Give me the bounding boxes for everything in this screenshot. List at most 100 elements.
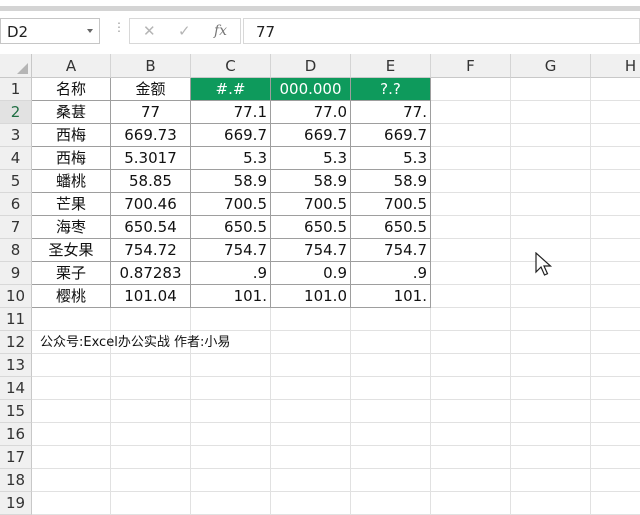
empty-cell[interactable] [351, 377, 431, 400]
cell-amount[interactable]: 77 [111, 101, 191, 124]
empty-cell[interactable] [431, 469, 511, 492]
row-header[interactable]: 15 [0, 400, 32, 423]
column-header-a[interactable]: A [32, 54, 111, 78]
empty-cell[interactable] [431, 285, 511, 308]
empty-cell[interactable] [271, 354, 351, 377]
cell-format-c[interactable]: 700.5 [191, 193, 271, 216]
empty-cell[interactable] [271, 400, 351, 423]
select-all-corner[interactable] [0, 54, 32, 78]
row-header[interactable]: 16 [0, 423, 32, 446]
empty-cell[interactable] [111, 492, 191, 515]
empty-cell[interactable] [32, 354, 111, 377]
cell-name[interactable]: 樱桃 [32, 285, 111, 308]
row-header[interactable]: 14 [0, 377, 32, 400]
cell-b1[interactable]: 金额 [111, 78, 191, 101]
empty-cell[interactable] [591, 331, 640, 354]
empty-cell[interactable] [431, 446, 511, 469]
cell-format-d[interactable]: 58.9 [271, 170, 351, 193]
cell-name[interactable]: 西梅 [32, 124, 111, 147]
empty-cell[interactable] [591, 216, 640, 239]
empty-cell[interactable] [431, 78, 511, 101]
worksheet-grid[interactable]: A B C D E F G H 1 2 3 4 5 6 7 8 9 10 11 … [0, 54, 640, 515]
column-header-h[interactable]: H [591, 54, 640, 78]
empty-cell[interactable] [271, 423, 351, 446]
empty-cell[interactable] [431, 331, 511, 354]
column-header-e[interactable]: E [351, 54, 431, 78]
column-header-b[interactable]: B [111, 54, 191, 78]
empty-cell[interactable] [511, 308, 591, 331]
empty-cell[interactable] [191, 446, 271, 469]
row-header[interactable]: 13 [0, 354, 32, 377]
empty-cell[interactable] [351, 354, 431, 377]
cell-format-e[interactable]: 5.3 [351, 147, 431, 170]
empty-cell[interactable] [591, 377, 640, 400]
cell-amount[interactable]: 101.04 [111, 285, 191, 308]
empty-cell[interactable] [431, 170, 511, 193]
empty-cell[interactable] [351, 446, 431, 469]
empty-cell[interactable] [351, 331, 431, 354]
empty-cell[interactable] [191, 469, 271, 492]
empty-cell[interactable] [111, 308, 191, 331]
cell-format-c[interactable]: 101. [191, 285, 271, 308]
column-header-g[interactable]: G [511, 54, 591, 78]
empty-cell[interactable] [191, 492, 271, 515]
row-header[interactable]: 11 [0, 308, 32, 331]
empty-cell[interactable] [32, 423, 111, 446]
cell-format-c[interactable]: 58.9 [191, 170, 271, 193]
empty-cell[interactable] [431, 308, 511, 331]
cell-a1[interactable]: 名称 [32, 78, 111, 101]
cell-format-e[interactable]: .9 [351, 262, 431, 285]
empty-cell[interactable] [431, 124, 511, 147]
cell-format-d[interactable]: 0.9 [271, 262, 351, 285]
empty-cell[interactable] [591, 469, 640, 492]
empty-cell[interactable] [32, 446, 111, 469]
cell-amount[interactable]: 58.85 [111, 170, 191, 193]
empty-cell[interactable] [591, 262, 640, 285]
empty-cell[interactable] [591, 308, 640, 331]
empty-cell[interactable] [511, 377, 591, 400]
cell-amount[interactable]: 754.72 [111, 239, 191, 262]
empty-cell[interactable] [351, 308, 431, 331]
empty-cell[interactable] [271, 377, 351, 400]
check-icon[interactable]: ✓ [178, 22, 191, 40]
empty-cell[interactable] [351, 469, 431, 492]
empty-cell[interactable] [32, 492, 111, 515]
cell-format-d[interactable]: 5.3 [271, 147, 351, 170]
empty-cell[interactable] [431, 423, 511, 446]
row-header[interactable]: 17 [0, 446, 32, 469]
cell-format-d[interactable]: 669.7 [271, 124, 351, 147]
empty-cell[interactable] [591, 400, 640, 423]
empty-cell[interactable] [431, 193, 511, 216]
empty-cell[interactable] [591, 78, 640, 101]
row-header[interactable]: 2 [0, 101, 32, 124]
empty-cell[interactable] [431, 147, 511, 170]
empty-cell[interactable] [191, 423, 271, 446]
empty-cell[interactable] [511, 331, 591, 354]
empty-cell[interactable] [511, 147, 591, 170]
insert-function-icon[interactable]: fx [214, 23, 227, 39]
cell-name[interactable]: 海枣 [32, 216, 111, 239]
empty-cell[interactable] [111, 469, 191, 492]
empty-cell[interactable] [191, 400, 271, 423]
empty-cell[interactable] [591, 193, 640, 216]
empty-cell[interactable] [191, 354, 271, 377]
name-box[interactable]: D2 [0, 18, 100, 44]
cell-format-c[interactable]: 5.3 [191, 147, 271, 170]
cell-format-e[interactable]: 754.7 [351, 239, 431, 262]
empty-cell[interactable] [271, 308, 351, 331]
empty-cell[interactable] [351, 492, 431, 515]
empty-cell[interactable] [431, 492, 511, 515]
empty-cell[interactable] [591, 101, 640, 124]
empty-cell[interactable] [511, 469, 591, 492]
cancel-icon[interactable]: ✕ [143, 22, 156, 40]
empty-cell[interactable] [511, 193, 591, 216]
cell-amount[interactable]: 650.54 [111, 216, 191, 239]
cell-format-d[interactable]: 101.0 [271, 285, 351, 308]
empty-cell[interactable] [591, 446, 640, 469]
empty-cell[interactable] [271, 492, 351, 515]
empty-cell[interactable] [591, 124, 640, 147]
empty-cell[interactable] [431, 216, 511, 239]
empty-cell[interactable] [591, 492, 640, 515]
cell-e1[interactable]: ?.? [351, 78, 431, 101]
empty-cell[interactable] [431, 400, 511, 423]
